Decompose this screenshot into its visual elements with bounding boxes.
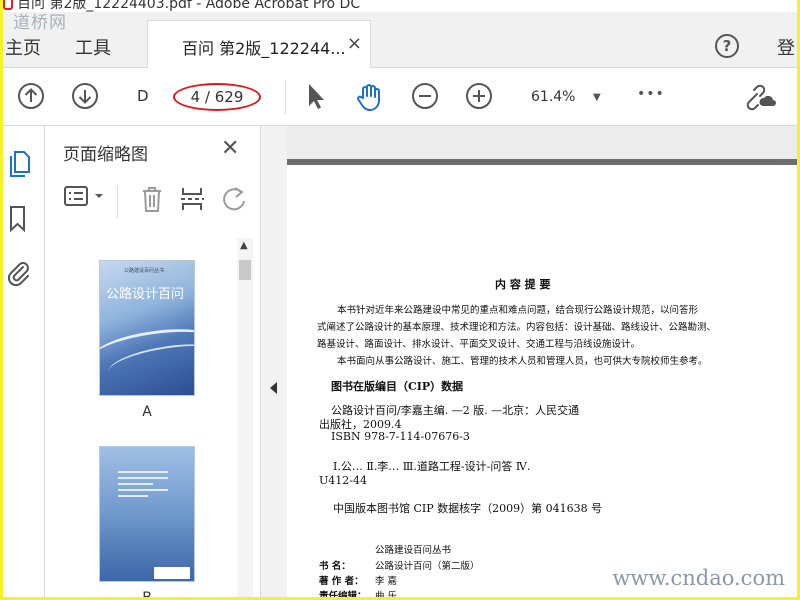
collapse-panel-strip[interactable] [261,126,287,597]
page-thumbnail-b[interactable] [99,446,195,582]
chevron-down-icon[interactable]: ▼ [593,92,601,103]
page-count: 4 / 629 [173,83,261,111]
page-edge [287,159,797,165]
panel-divider [117,186,118,218]
cover-series: 公路建设百问丛书 [124,268,165,274]
cover-text-lines [118,471,168,501]
book-title-label: 书 名： [319,561,351,572]
thumbnail-scrollbar[interactable]: ▲ [237,238,253,597]
toolbar: D 4 / 629 61.4% ▼ ••• [3,68,797,126]
close-tab-icon[interactable]: × [347,33,362,54]
summary-heading: 内 容 提 要 [495,278,551,291]
next-page-icon[interactable] [71,82,99,110]
toolbar-divider [285,80,286,114]
zoom-in-icon[interactable] [465,82,493,110]
watermark-top: 道桥网 [13,13,67,33]
title-bar: 百问 第2版_12224403.pdf - Adobe Acrobat Pro … [3,0,797,12]
more-tools-icon[interactable]: ••• [637,86,665,102]
login-button[interactable]: 登 [777,34,795,60]
panel-title: 页面缩略图 [63,145,148,165]
series-name: 公路建设百问丛书 [375,545,452,556]
document-tab-label: 百问 第2版_122244... [182,39,346,58]
bookmarks-icon[interactable] [7,204,29,234]
editor-value: 曲 乐 [375,591,398,597]
classification-line: Ⅰ.公… Ⅱ.李… Ⅲ.道路工程-设计-问答 Ⅳ. [333,460,531,473]
rotate-page-icon[interactable] [221,184,249,214]
attachments-icon[interactable] [7,258,31,288]
share-link-icon[interactable] [743,82,777,112]
hand-tool-icon[interactable] [355,82,385,112]
classification-line: U412-44 [319,474,367,487]
summary-line: 式阐述了公路设计的基本原理、技术理论和方法。内容包括：设计基础、路线设计、公路勘… [317,322,717,333]
acrobat-window: 百问 第2版_12224403.pdf - Adobe Acrobat Pro … [3,0,797,597]
scroll-up-icon[interactable]: ▲ [240,240,248,251]
cip-record: 中国版本图书馆 CIP 数据核字（2009）第 041638 号 [333,502,603,515]
thumbnail-list: 公路建设百问丛书 公路设计百问 A B [61,236,239,597]
thumbnail-label-a: A [142,404,152,420]
thumbnail-options-icon[interactable] [63,184,107,210]
watermark-bottom: www.cndao.com [612,566,785,590]
page-thumbnail-a[interactable]: 公路建设百问丛书 公路设计百问 [99,260,195,396]
author-value: 李 嘉 [375,576,398,587]
cover-title: 公路设计百问 [106,287,185,302]
collapse-arrow-icon[interactable] [270,382,277,394]
tab-home[interactable]: 主页 [5,34,41,60]
extract-pages-icon[interactable] [179,184,205,214]
left-rail [3,126,45,597]
close-panel-icon[interactable]: ✕ [221,136,239,161]
editor-label: 责任编辑： [319,591,367,597]
acrobat-logo-icon [3,0,13,10]
zoom-level-dropdown[interactable]: 61.4% [531,89,575,105]
page-number-input[interactable]: D [137,87,149,105]
book-title-value: 公路设计百问（第二版） [375,561,480,572]
cip-line: ISBN 978-7-114-07676-3 [331,430,470,443]
author-label: 著 作 者： [319,576,364,587]
page-gap [287,126,797,160]
previous-page-icon[interactable] [17,82,45,110]
thumbnail-panel: 页面缩略图 ✕ 公路建设百问丛书 公路设计百问 A ▲ [45,126,261,597]
summary-line: 路基设计、路面设计、排水设计、平面交叉设计、交通工程与沿线设施设计。 [317,339,641,350]
zoom-out-icon[interactable] [411,82,439,110]
select-cursor-icon[interactable] [305,82,327,110]
summary-line: 本书针对近年来公路建设中常见的重点和难点问题，结合现行公路设计规范，以问答形 [337,305,699,316]
page-thumbnails-icon[interactable] [7,148,33,178]
thumbnail-label-b: B [137,590,157,597]
help-icon[interactable]: ? [715,34,739,58]
document-view[interactable]: 内 容 提 要 本书针对近年来公路建设中常见的重点和难点问题，结合现行公路设计规… [287,126,797,597]
barcode [154,567,190,579]
summary-line: 本书面向从事公路设计、施工、管理的技术人员和管理人员，也可供大专院校师生参考。 [337,356,708,367]
scrollbar-thumb[interactable] [239,260,251,280]
tab-document[interactable]: 百问 第2版_122244... × [147,20,371,68]
tab-tools[interactable]: 工具 [75,34,111,60]
window-title: 百问 第2版_12224403.pdf - Adobe Acrobat Pro … [17,0,361,12]
cip-heading: 图书在版编目（CIP）数据 [331,380,464,393]
trash-icon[interactable] [139,184,165,214]
tab-bar: 主页 工具 百问 第2版_122244... × ? 登 [3,12,797,68]
